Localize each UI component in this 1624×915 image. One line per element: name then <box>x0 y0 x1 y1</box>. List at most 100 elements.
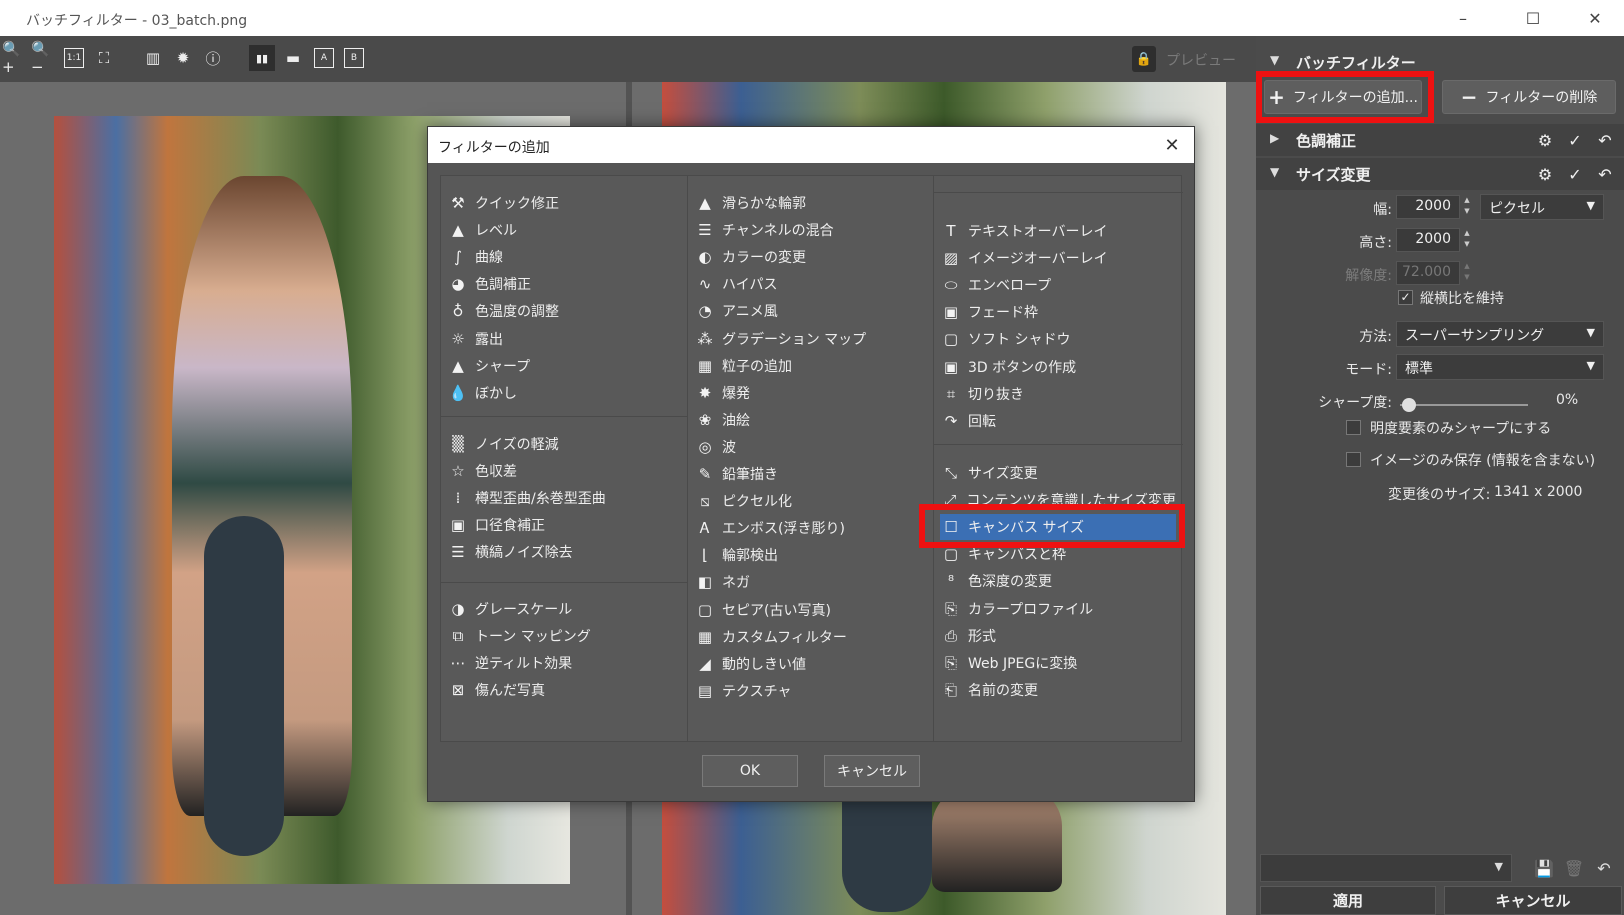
section-color-correction[interactable]: ▶ 色調補正 ⚙ ✓ ↶ <box>1256 124 1624 156</box>
minimize-button[interactable]: – <box>1434 0 1492 36</box>
filter-item[interactable]: ⎘ カラープロファイル <box>940 596 1176 622</box>
filter-item[interactable]: ▣ フェード枠 <box>940 299 1176 325</box>
filter-item[interactable]: ⚒ クイック修正 <box>447 190 679 216</box>
mode-select[interactable]: 標準 ▼ <box>1396 354 1604 380</box>
close-icon[interactable]: ✕ <box>1158 131 1186 159</box>
filter-item[interactable]: ⎗ 名前の変更 <box>940 677 1176 703</box>
check-icon[interactable]: ✓ <box>1564 163 1586 185</box>
filter-item[interactable]: ◔ アニメ風 <box>694 298 926 324</box>
filter-item[interactable]: ◎ 波 <box>694 434 926 460</box>
luma-only-label: 明度要素のみシャープにする <box>1370 421 1552 437</box>
sharpness-slider-handle[interactable] <box>1402 398 1416 412</box>
filter-item[interactable]: ▢ セピア(古い写真) <box>694 597 926 623</box>
filter-item[interactable]: ⤡ サイズ変更 <box>940 460 1176 486</box>
filter-item[interactable]: ▣ 3D ボタンの作成 <box>940 354 1176 380</box>
save-icon[interactable]: 💾 <box>1532 856 1556 880</box>
filter-item[interactable]: ⧅ ピクセル化 <box>694 488 926 514</box>
dialog-cancel-button[interactable]: キャンセル <box>824 755 920 787</box>
filter-item[interactable]: ✸ 爆発 <box>694 380 926 406</box>
filter-item[interactable]: ☼ 露出 <box>447 326 679 352</box>
filter-item[interactable]: ⊠ 傷んだ写真 <box>447 677 679 703</box>
view-a-icon[interactable]: A <box>314 48 334 68</box>
filter-item[interactable]: ▣ 口径食補正 <box>447 512 679 538</box>
section-resize[interactable]: ▼ サイズ変更 ⚙ ✓ ↶ <box>1256 158 1624 190</box>
filter-item[interactable]: ✎ 鉛筆描き <box>694 461 926 487</box>
ok-button[interactable]: OK <box>702 755 798 787</box>
filter-item[interactable]: 💧 ぼかし <box>447 380 679 406</box>
filter-item[interactable]: ◢ 動的しきい値 <box>694 651 926 677</box>
apply-button[interactable]: 適用 <box>1260 886 1436 915</box>
check-icon[interactable]: ✓ <box>1564 129 1586 151</box>
filter-item[interactable]: ▲ 滑らかな輪郭 <box>694 190 926 216</box>
filter-item[interactable]: ⋯ 逆ティルト効果 <box>447 650 679 676</box>
luma-only-checkbox[interactable] <box>1346 420 1361 435</box>
filter-item[interactable]: ☆ 色収差 <box>447 458 679 484</box>
gear-icon[interactable]: ⚙ <box>1534 129 1556 151</box>
lock-icon[interactable]: 🔒 <box>1132 46 1156 72</box>
remove-filter-button[interactable]: − フィルターの削除 <box>1442 80 1616 114</box>
filter-item[interactable]: ⁂ グラデーション マップ <box>694 326 926 352</box>
undo-icon[interactable]: ↶ <box>1594 129 1616 151</box>
filter-item[interactable]: ⧉ トーン マッピング <box>447 623 679 649</box>
filter-item[interactable]: ▨ イメージオーバーレイ <box>940 245 1176 271</box>
view-b-icon[interactable]: B <box>344 48 364 68</box>
height-stepper[interactable]: ▲ ▼ <box>1460 228 1474 252</box>
wave-icon: ◎ <box>698 437 712 456</box>
filter-item[interactable]: Ꭺ エンボス(浮き彫り) <box>694 515 926 541</box>
sun-icon: ☼ <box>451 329 465 348</box>
fit-screen-icon[interactable]: ⛶ <box>91 45 117 71</box>
sharpness-slider[interactable] <box>1400 404 1528 406</box>
info-icon[interactable]: ⓘ <box>200 45 226 71</box>
filter-item[interactable]: ⌗ 切り抜き <box>940 381 1176 407</box>
close-button[interactable]: ✕ <box>1566 0 1624 36</box>
gear-icon[interactable]: ⚙ <box>1534 163 1556 185</box>
filter-item[interactable]: ▢ ソフト シャドウ <box>940 326 1176 352</box>
filter-item[interactable]: ☰ 横縞ノイズ除去 <box>447 539 679 565</box>
width-input[interactable]: 2000 <box>1396 195 1460 219</box>
filter-item[interactable]: ∫ 曲線 <box>447 244 679 270</box>
histogram-icon[interactable]: ▥ <box>140 45 166 71</box>
filter-item[interactable]: ▦ カスタムフィルター <box>694 624 926 650</box>
filter-item[interactable]: ⎘ Web JPEGに変換 <box>940 650 1176 676</box>
filter-item[interactable]: ⁸ 色深度の変更 <box>940 568 1176 594</box>
image-only-checkbox[interactable] <box>1346 452 1361 467</box>
filter-item[interactable]: ▒ ノイズの軽減 <box>447 431 679 457</box>
unit-select[interactable]: ピクセル ▼ <box>1480 194 1604 220</box>
split-horizontal-icon[interactable]: ▬ <box>280 45 306 71</box>
filter-item[interactable]: ☰ チャンネルの混合 <box>694 217 926 243</box>
filter-item[interactable]: ⌊ 輪郭検出 <box>694 542 926 568</box>
filter-item[interactable]: ◧ ネガ <box>694 569 926 595</box>
filter-item[interactable]: ↷ 回転 <box>940 408 1176 434</box>
filter-item[interactable]: ⎙ 形式 <box>940 623 1176 649</box>
filter-item[interactable]: ▲ レベル <box>447 217 679 243</box>
reset-icon[interactable]: ↶ <box>1592 856 1616 880</box>
split-vertical-icon[interactable]: ▮▮ <box>249 45 275 71</box>
filter-item[interactable]: ∿ ハイパス <box>694 271 926 297</box>
method-select[interactable]: スーパーサンプリング ▼ <box>1396 321 1604 347</box>
filter-item[interactable]: ▲ シャープ <box>447 353 679 379</box>
zoom-out-icon[interactable]: 🔍− <box>31 40 57 76</box>
preset-select[interactable]: ▼ <box>1260 854 1512 882</box>
batch-filter-panel: ▼ バッチフィルター + フィルターの追加... − フィルターの削除 ▶ 色調… <box>1256 36 1624 915</box>
keep-ratio-checkbox[interactable]: ✓ <box>1398 290 1413 305</box>
filter-item[interactable]: ◕ 色調補正 <box>447 271 679 297</box>
filter-item[interactable]: ⁞ 樽型歪曲/糸巻型歪曲 <box>447 485 679 511</box>
filter-item[interactable]: ▤ テクスチャ <box>694 678 926 704</box>
zoom-in-icon[interactable]: 🔍+ <box>2 40 28 76</box>
filter-item[interactable]: ▦ 粒子の追加 <box>694 353 926 379</box>
filter-item-label: 樽型歪曲/糸巻型歪曲 <box>475 491 606 508</box>
preview-button[interactable]: プレビュー <box>1166 50 1236 70</box>
filter-item[interactable]: ❀ 油絵 <box>694 407 926 433</box>
width-stepper[interactable]: ▲ ▼ <box>1460 195 1474 219</box>
filter-item[interactable]: T テキストオーバーレイ <box>940 218 1176 244</box>
filter-item[interactable]: ♁ 色温度の調整 <box>447 298 679 324</box>
cancel-button[interactable]: キャンセル <box>1444 886 1622 915</box>
filter-item[interactable]: ⬭ エンベロープ <box>940 272 1176 298</box>
filter-item[interactable]: ◑ グレースケール <box>447 596 679 622</box>
settings-sun-icon[interactable]: ✹ <box>170 45 196 71</box>
undo-icon[interactable]: ↶ <box>1594 163 1616 185</box>
filter-item[interactable]: ◐ カラーの変更 <box>694 244 926 270</box>
height-input[interactable]: 2000 <box>1396 228 1460 252</box>
actual-size-icon[interactable]: 1:1 <box>64 48 84 68</box>
maximize-button[interactable]: ☐ <box>1504 0 1562 36</box>
